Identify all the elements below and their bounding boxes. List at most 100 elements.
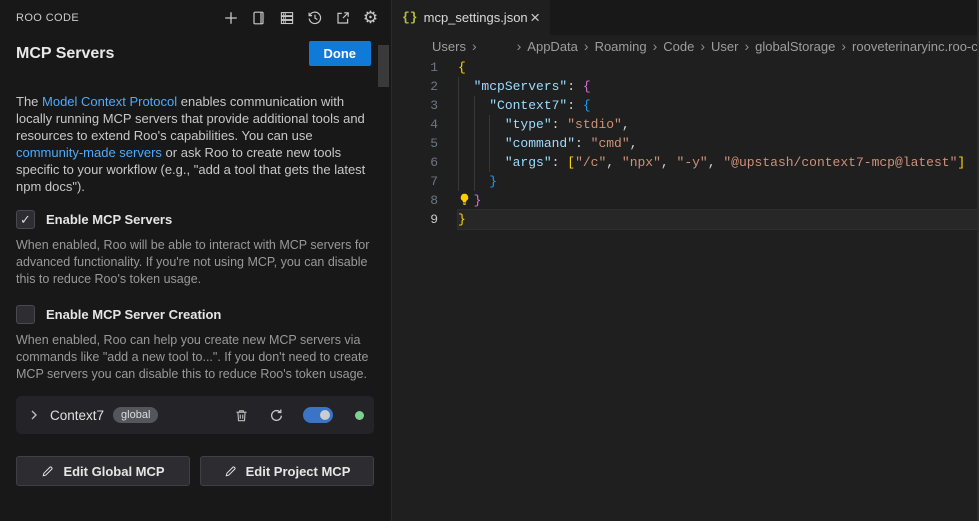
indent-guide [489, 153, 490, 172]
indent-guide [489, 134, 490, 153]
breadcrumb-item[interactable]: Roaming [595, 39, 647, 54]
code-line: 5 "command": "cmd", [392, 134, 977, 153]
code-line: 8 } [392, 191, 977, 210]
breadcrumb-separator-icon: › [472, 38, 477, 54]
breadcrumb: Users › › AppData › Roaming › Code › User › globalS… [392, 35, 977, 57]
code-line: 3 "Context7": { [392, 96, 977, 115]
breadcrumb-item[interactable]: rooveterinaryinc.roo-cli [852, 39, 977, 54]
server-status-dot [355, 411, 364, 420]
close-icon[interactable]: × [528, 10, 542, 26]
enable-mcp-servers-checkbox[interactable]: ✓ [16, 210, 35, 229]
code-line-text: "mcpServers": { [458, 77, 977, 96]
lightbulb-icon[interactable] [458, 193, 471, 206]
code-line-text: "args": ["/c", "npx", "-y", "@upstash/co… [458, 153, 977, 172]
editor-group: {} mcp_settings.json × Users › › AppData › Ro… [391, 0, 979, 521]
edit-project-mcp-button[interactable]: Edit Project MCP [200, 456, 374, 486]
line-number: 4 [392, 115, 438, 134]
code-line: 2 "mcpServers": { [392, 77, 977, 96]
breadcrumb-item[interactable]: Users [432, 39, 466, 54]
pencil-icon [224, 465, 237, 478]
code-line-text: "type": "stdio", [458, 115, 977, 134]
panel-header: ROO CODE ⚙ [0, 0, 391, 28]
line-number: 5 [392, 134, 438, 153]
code-line-text: "command": "cmd", [458, 134, 977, 153]
setting-description: When enabled, Roo will be able to intera… [16, 237, 372, 288]
code-line-text: } [458, 210, 977, 229]
indent-guide [458, 134, 459, 153]
roo-code-panel: ROO CODE ⚙ [0, 0, 391, 521]
indent-guide [458, 77, 459, 96]
indent-guide [474, 96, 475, 115]
enable-mcp-server-creation-row[interactable]: Enable MCP Server Creation [16, 305, 375, 324]
code-line: 9} [392, 210, 977, 229]
enable-mcp-servers-setting: ✓ Enable MCP Servers When enabled, Roo w… [16, 210, 375, 288]
setting-label: Enable MCP Servers [46, 212, 172, 227]
mcp-server-row-context7[interactable]: Context7 global [16, 396, 374, 434]
plus-icon[interactable] [222, 9, 239, 26]
indent-guide [458, 172, 459, 191]
editor-tab-bar: {} mcp_settings.json × [392, 0, 977, 35]
breadcrumb-separator-icon: › [744, 38, 749, 54]
indent-guide [458, 115, 459, 134]
open-external-icon[interactable] [334, 9, 351, 26]
server-name: Context7 [50, 408, 104, 423]
line-number: 2 [392, 77, 438, 96]
sidebar-scrollbar-thumb[interactable] [378, 45, 389, 87]
history-icon[interactable] [306, 9, 323, 26]
code-area[interactable]: 1{2 "mcpServers": {3 "Context7": {4 "typ… [392, 57, 977, 521]
breadcrumb-separator-icon: › [700, 38, 705, 54]
indent-guide [474, 172, 475, 191]
gear-icon[interactable]: ⚙ [362, 9, 379, 26]
toggle-knob [320, 410, 330, 420]
enable-mcp-servers-row[interactable]: ✓ Enable MCP Servers [16, 210, 375, 229]
indent-guide [474, 115, 475, 134]
server-enabled-toggle[interactable] [303, 407, 333, 423]
code-line-text: } [458, 172, 977, 191]
indent-guide [458, 153, 459, 172]
page-title: MCP Servers [16, 45, 114, 63]
tab-label: mcp_settings.json [424, 10, 528, 25]
line-number: 1 [392, 58, 438, 77]
breadcrumb-separator-icon: › [653, 38, 658, 54]
indent-guide [458, 96, 459, 115]
scope-badge: global [113, 407, 158, 423]
edit-project-mcp-label: Edit Project MCP [246, 464, 351, 479]
edit-global-mcp-label: Edit Global MCP [63, 464, 164, 479]
community-made-servers-link[interactable]: community-made servers [16, 145, 162, 160]
code-line: 1{ [392, 58, 977, 77]
breadcrumb-item[interactable]: Code [663, 39, 694, 54]
panel-title: ROO CODE [16, 12, 79, 24]
pencil-icon [41, 465, 54, 478]
tab-mcp-settings-json[interactable]: {} mcp_settings.json × [392, 0, 550, 35]
enable-mcp-server-creation-checkbox[interactable] [16, 305, 35, 324]
trash-icon[interactable] [233, 407, 249, 423]
code-line: 7 } [392, 172, 977, 191]
setting-label: Enable MCP Server Creation [46, 307, 221, 322]
breadcrumb-item[interactable]: AppData [527, 39, 578, 54]
intro-paragraph: The Model Context Protocol enables commu… [16, 93, 376, 195]
breadcrumb-separator-icon: › [517, 38, 522, 54]
indent-guide [474, 153, 475, 172]
edit-global-mcp-button[interactable]: Edit Global MCP [16, 456, 190, 486]
chevron-right-icon[interactable] [26, 407, 42, 423]
code-line: 6 "args": ["/c", "npx", "-y", "@upstash/… [392, 153, 977, 172]
notebook-icon[interactable] [250, 9, 267, 26]
breadcrumb-separator-icon: › [584, 38, 589, 54]
model-context-protocol-link[interactable]: Model Context Protocol [42, 94, 177, 109]
breadcrumb-item[interactable]: globalStorage [755, 39, 835, 54]
breadcrumb-item[interactable]: User [711, 39, 738, 54]
refresh-icon[interactable] [268, 407, 284, 423]
page-header: MCP Servers Done [16, 41, 371, 66]
mcp-servers-icon[interactable] [278, 9, 295, 26]
indent-guide [474, 134, 475, 153]
panel-toolbar: ⚙ [222, 9, 379, 26]
setting-description: When enabled, Roo can help you create ne… [16, 332, 372, 383]
done-button[interactable]: Done [309, 41, 372, 66]
server-row-controls [233, 407, 364, 423]
vscode-window: ROO CODE ⚙ [0, 0, 979, 521]
code-line: 4 "type": "stdio", [392, 115, 977, 134]
code-line-text: } [458, 191, 977, 210]
mcp-edit-buttons: Edit Global MCP Edit Project MCP [16, 456, 374, 486]
code-line-text: "Context7": { [458, 96, 977, 115]
breadcrumb-separator-icon: › [841, 38, 846, 54]
